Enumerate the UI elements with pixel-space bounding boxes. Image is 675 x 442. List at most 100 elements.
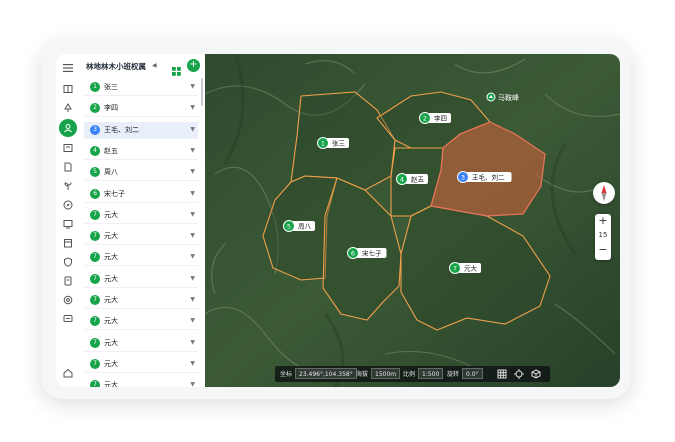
add-button[interactable]: +	[187, 59, 200, 72]
parcel-name: 王毛、刘二	[472, 173, 505, 182]
list-item[interactable]: 7 元大 ▼	[84, 335, 198, 352]
parcel-name: 李四	[434, 114, 447, 123]
list-item[interactable]: 7 元大 ▼	[84, 313, 198, 331]
map-view[interactable]: 马鞍峰 1 张三 2 李四 3 王毛、刘二 4 赵五 5 周八 6 宋七子 7 元大 + 15 − 坐标 …	[205, 54, 620, 387]
settings-icon[interactable]	[62, 294, 74, 306]
calendar-icon[interactable]	[62, 237, 74, 249]
chevron-down-icon[interactable]: ▼	[190, 253, 195, 260]
item-name: 元大	[104, 253, 118, 262]
item-name: 元大	[104, 381, 118, 387]
alt-label: 海拔	[356, 371, 369, 378]
list-item[interactable]: 6 宋七子 ▼	[84, 186, 198, 203]
item-number: 7	[90, 337, 100, 348]
list-item[interactable]: 7 元大 ▼	[84, 207, 198, 224]
compass-button[interactable]	[593, 182, 615, 204]
parcel-label[interactable]: 5 周八	[283, 220, 316, 232]
collapse-icon[interactable]: ◀	[152, 62, 157, 69]
plant-icon[interactable]	[62, 180, 74, 192]
list-item[interactable]: 4 赵五 ▼	[84, 143, 198, 160]
scale-label: 比例	[403, 371, 416, 378]
parcel-label[interactable]: 4 赵五	[396, 173, 429, 185]
zoom-in-button[interactable]: +	[595, 215, 611, 227]
zoom-out-button[interactable]: −	[595, 244, 611, 256]
item-name: 元大	[104, 338, 118, 347]
menu-icon[interactable]	[62, 62, 74, 74]
scrollbar[interactable]	[201, 78, 203, 106]
message-icon[interactable]	[62, 313, 74, 325]
item-number: 3	[90, 124, 100, 135]
parcel-label[interactable]: 1 张三	[317, 137, 350, 149]
chevron-down-icon[interactable]: ▼	[190, 317, 195, 324]
zoom-level: 15	[598, 231, 608, 239]
parcel-number: 1	[321, 139, 325, 147]
chevron-down-icon[interactable]: ▼	[190, 296, 195, 303]
chevron-down-icon[interactable]: ▼	[190, 381, 195, 387]
item-name: 元大	[104, 317, 118, 326]
item-name: 周八	[104, 168, 118, 177]
chevron-down-icon[interactable]: ▼	[190, 126, 195, 133]
file-icon[interactable]	[62, 275, 74, 287]
chevron-down-icon[interactable]: ▼	[190, 147, 195, 154]
user-land-icon[interactable]	[59, 119, 77, 137]
list-item[interactable]: 3 王毛、刘二 ▼	[84, 121, 198, 139]
satellite-map[interactable]: 马鞍峰 1 张三 2 李四 3 王毛、刘二 4 赵五 5 周八 6 宋七子 7 元大	[205, 54, 620, 387]
parcel-name: 张三	[332, 139, 346, 148]
item-name: 元大	[104, 232, 118, 241]
map-book-icon[interactable]	[62, 83, 74, 95]
item-name: 王毛、刘二	[104, 125, 139, 134]
grid-view-icon[interactable]	[172, 61, 181, 76]
list-item[interactable]: 7 元大 ▼	[84, 356, 198, 373]
chevron-down-icon[interactable]: ▼	[190, 232, 195, 239]
locate-icon[interactable]	[514, 369, 524, 379]
parcel-label[interactable]: 2 李四	[419, 112, 452, 124]
chevron-down-icon[interactable]: ▼	[190, 360, 195, 367]
chevron-down-icon[interactable]: ▼	[190, 339, 195, 346]
item-number: 7	[90, 358, 100, 369]
list-item[interactable]: 1 张三 ▼	[84, 79, 198, 96]
status-bar: 坐标 23.496°,104.358° 海拔 1500m 比例 1:500 旋转…	[275, 366, 550, 382]
item-number: 6	[90, 188, 100, 199]
item-number: 7	[90, 209, 100, 220]
parcel-number: 4	[400, 175, 404, 183]
compass-icon[interactable]	[62, 199, 74, 211]
list-item[interactable]: 7 元大 ▼	[84, 377, 198, 387]
chevron-down-icon[interactable]: ▼	[190, 168, 195, 175]
chevron-down-icon[interactable]: ▼	[190, 83, 195, 90]
list-item[interactable]: 5 周八 ▼	[84, 164, 198, 182]
parcel-number: 2	[423, 114, 427, 122]
grid-icon[interactable]	[497, 369, 507, 379]
chevron-down-icon[interactable]: ▼	[190, 104, 195, 111]
list-item[interactable]: 7 元大 ▼	[84, 249, 198, 267]
item-name: 宋七子	[104, 189, 125, 198]
list-item[interactable]: 7 元大 ▼	[84, 292, 198, 309]
alt-value: 1500m	[371, 368, 401, 379]
home-icon[interactable]	[62, 367, 74, 379]
parcel-label[interactable]: 6 宋七子	[347, 247, 387, 259]
item-name: 元大	[104, 296, 118, 304]
rot-label: 旋转	[447, 371, 460, 378]
parcel-label[interactable]: 7 元大	[449, 262, 482, 274]
tree-icon[interactable]	[62, 102, 74, 114]
list-item[interactable]: 7 元大 ▼	[84, 228, 198, 246]
cube-3d-icon[interactable]	[531, 369, 541, 379]
item-number: 7	[90, 273, 100, 284]
chevron-down-icon[interactable]: ▼	[190, 211, 195, 218]
book-icon[interactable]	[62, 142, 74, 154]
parcel-name: 赵五	[411, 175, 425, 184]
item-name: 赵五	[104, 146, 118, 155]
list-item[interactable]: 2 李四 ▼	[84, 100, 198, 118]
poi-label: 马鞍峰	[498, 93, 519, 102]
item-name: 元大	[104, 210, 118, 219]
shield-icon[interactable]	[62, 256, 74, 268]
coord-value: 23.496°,104.358°	[295, 368, 357, 379]
item-number: 7	[90, 380, 100, 387]
chevron-down-icon[interactable]: ▼	[190, 275, 195, 282]
poi-marker[interactable]	[486, 92, 496, 102]
item-name: 张三	[104, 83, 118, 91]
parcel-label[interactable]: 3 王毛、刘二	[457, 171, 512, 183]
item-name: 李四	[104, 104, 118, 113]
document-icon[interactable]	[62, 161, 74, 173]
list-item[interactable]: 7 元大 ▼	[84, 271, 198, 288]
chevron-down-icon[interactable]: ▼	[190, 190, 195, 197]
chart-icon[interactable]	[62, 218, 74, 230]
